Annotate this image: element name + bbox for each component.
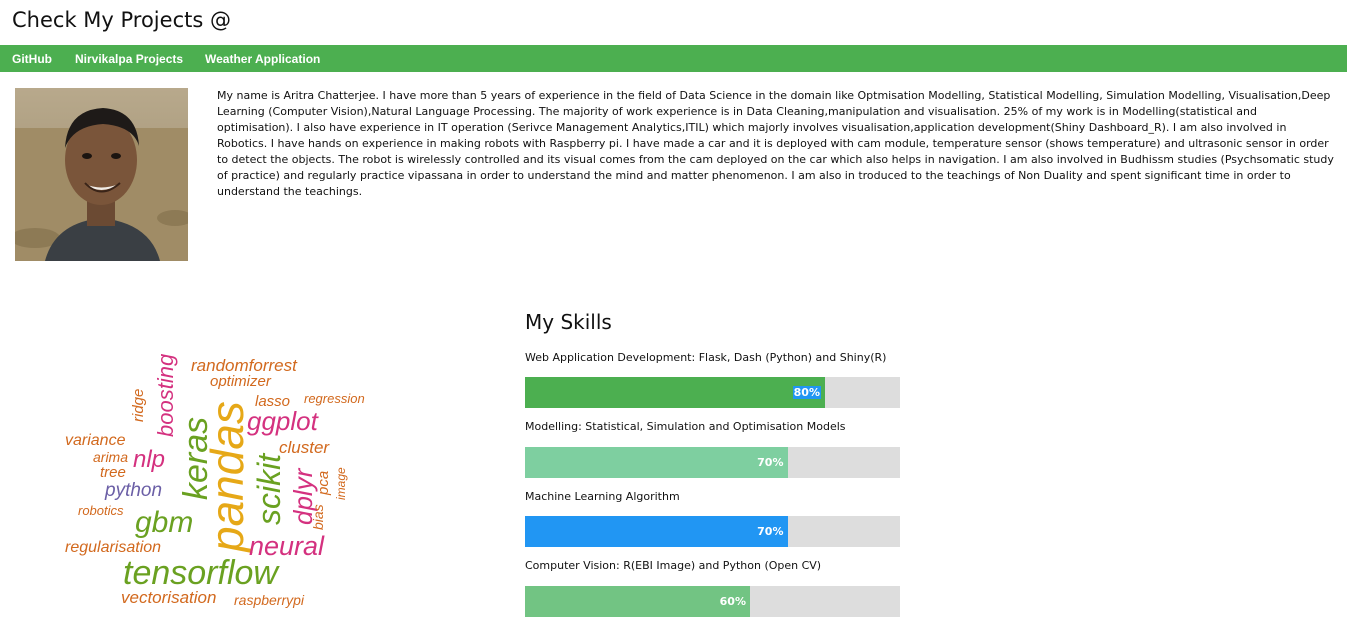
word-vectorisation: vectorisation <box>121 588 216 607</box>
word-python: python <box>104 480 162 501</box>
word-nlp: nlp <box>133 446 165 473</box>
skill-bar-ml: 70% <box>525 516 900 547</box>
top-navbar: GitHub Nirvikalpa Projects Weather Appli… <box>0 45 1347 72</box>
word-pca: pca <box>315 471 332 496</box>
skill-bar-cv: 60% <box>525 586 900 617</box>
bio-text: My name is Aritra Chatterjee. I have mor… <box>217 89 1334 198</box>
nav-link-nirvikalpa-projects[interactable]: Nirvikalpa Projects <box>75 52 183 66</box>
nav-link-weather-application[interactable]: Weather Application <box>205 52 320 66</box>
skill-label-web-app: Web Application Development: Flask, Dash… <box>525 351 887 364</box>
word-tree: tree <box>100 464 126 481</box>
word-keras: keras <box>177 417 215 500</box>
skill-percent: 70% <box>757 456 784 469</box>
word-neural: neural <box>249 531 325 561</box>
skill-percent: 60% <box>719 595 746 608</box>
word-ggplot: ggplot <box>247 406 320 436</box>
skill-fill: 70% <box>525 447 788 478</box>
skills-word-cloud: pandas tensorflow keras scikit gbm neura… <box>55 320 395 620</box>
skill-fill: 80% <box>525 377 825 408</box>
word-boosting: boosting <box>153 353 178 437</box>
word-optimizer: optimizer <box>210 373 272 390</box>
word-cluster: cluster <box>279 438 330 457</box>
word-robotics: robotics <box>78 503 124 518</box>
skill-fill: 70% <box>525 516 788 547</box>
word-variance: variance <box>65 432 126 449</box>
skill-label-ml: Machine Learning Algorithm <box>525 490 680 503</box>
skill-percent: 70% <box>757 525 784 538</box>
word-lasso: lasso <box>255 393 290 410</box>
word-gbm: gbm <box>135 506 193 539</box>
word-regression: regression <box>304 391 365 406</box>
skills-heading: My Skills <box>525 310 612 334</box>
word-ridge: ridge <box>130 389 147 422</box>
skill-bar-web-app: 80% <box>525 377 900 408</box>
word-arima: arima <box>93 449 128 465</box>
skill-label-cv: Computer Vision: R(EBI Image) and Python… <box>525 559 822 572</box>
word-scikit: scikit <box>251 453 287 525</box>
nav-link-github[interactable]: GitHub <box>12 52 52 66</box>
word-raspberrypi: raspberrypi <box>234 592 305 608</box>
skill-bar-modelling: 70% <box>525 447 900 478</box>
skill-label-modelling: Modelling: Statistical, Simulation and O… <box>525 420 846 433</box>
skill-fill: 60% <box>525 586 750 617</box>
word-bias: bias <box>310 504 326 530</box>
profile-photo <box>15 88 188 261</box>
skill-percent: 80% <box>792 386 821 399</box>
word-regularisation: regularisation <box>65 539 161 556</box>
page-title: Check My Projects @ <box>12 8 231 32</box>
word-image: image <box>334 467 348 500</box>
